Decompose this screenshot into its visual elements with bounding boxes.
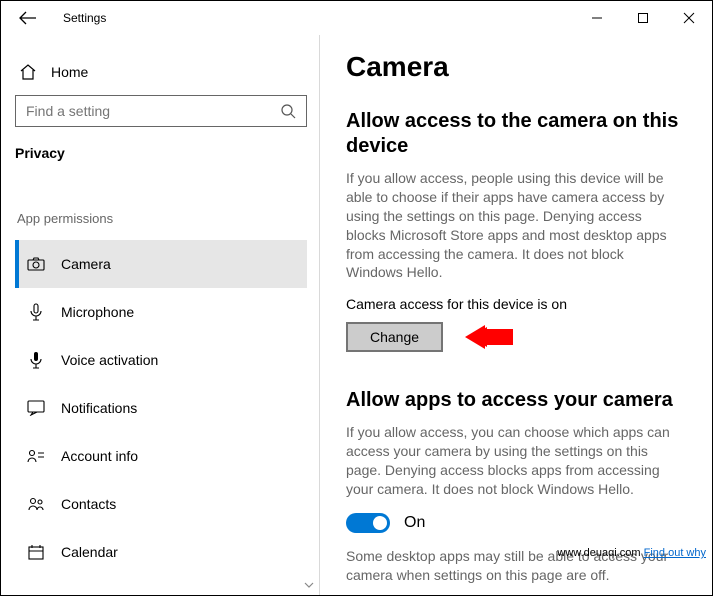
sidebar: Home Privacy App permissions Camera Micr… bbox=[1, 35, 319, 595]
calendar-icon bbox=[27, 544, 45, 560]
camera-icon bbox=[27, 257, 45, 271]
section1-heading: Allow access to the camera on this devic… bbox=[346, 109, 682, 159]
voice-activation-icon bbox=[27, 351, 45, 369]
search-box[interactable] bbox=[15, 95, 307, 127]
minimize-button[interactable] bbox=[574, 2, 620, 34]
home-icon bbox=[19, 63, 37, 81]
sidebar-item-label: Microphone bbox=[61, 304, 134, 320]
sidebar-item-account-info[interactable]: Account info bbox=[15, 432, 307, 480]
sidebar-item-camera[interactable]: Camera bbox=[15, 240, 307, 288]
section-header: Privacy bbox=[15, 145, 307, 161]
sidebar-item-label: Contacts bbox=[61, 496, 116, 512]
sidebar-item-microphone[interactable]: Microphone bbox=[15, 288, 307, 336]
close-button[interactable] bbox=[666, 2, 712, 34]
account-info-icon bbox=[27, 449, 45, 463]
content-area: Camera Allow access to the camera on thi… bbox=[320, 35, 712, 595]
apps-access-toggle[interactable] bbox=[346, 513, 390, 533]
search-icon bbox=[280, 103, 296, 119]
toggle-label: On bbox=[404, 514, 425, 532]
microphone-icon bbox=[27, 303, 45, 321]
sidebar-item-calendar[interactable]: Calendar bbox=[15, 528, 307, 576]
minimize-icon bbox=[591, 12, 603, 24]
notifications-icon bbox=[27, 400, 45, 416]
sidebar-item-notifications[interactable]: Notifications bbox=[15, 384, 307, 432]
back-button[interactable] bbox=[19, 8, 39, 28]
annotation-arrow-icon bbox=[465, 325, 513, 349]
attribution-link[interactable]: Find out why bbox=[644, 547, 706, 559]
title-label: Settings bbox=[63, 11, 106, 25]
close-icon bbox=[683, 12, 695, 24]
sidebar-item-contacts[interactable]: Contacts bbox=[15, 480, 307, 528]
sidebar-item-label: Notifications bbox=[61, 400, 137, 416]
sidebar-item-label: Voice activation bbox=[61, 352, 158, 368]
search-input[interactable] bbox=[26, 103, 280, 119]
home-link[interactable]: Home bbox=[15, 59, 307, 95]
group-label: App permissions bbox=[17, 211, 307, 226]
titlebar: Settings bbox=[1, 1, 712, 35]
page-title: Camera bbox=[346, 51, 682, 83]
sidebar-item-label: Account info bbox=[61, 448, 138, 464]
home-label: Home bbox=[51, 64, 88, 80]
maximize-icon bbox=[637, 12, 649, 24]
change-button[interactable]: Change bbox=[346, 322, 443, 352]
maximize-button[interactable] bbox=[620, 2, 666, 34]
section2-body: If you allow access, you can choose whic… bbox=[346, 423, 682, 499]
section2-heading: Allow apps to access your camera bbox=[346, 388, 682, 413]
sidebar-item-voice-activation[interactable]: Voice activation bbox=[15, 336, 307, 384]
scroll-chevron-down-icon[interactable] bbox=[303, 579, 315, 591]
sidebar-item-label: Calendar bbox=[61, 544, 118, 560]
sidebar-item-label: Camera bbox=[61, 256, 111, 272]
camera-status: Camera access for this device is on bbox=[346, 296, 682, 312]
attribution-site: www.deuaqi.com bbox=[557, 547, 640, 559]
back-arrow-icon bbox=[19, 11, 37, 25]
attribution: www.deuaqi.com Find out why bbox=[557, 547, 706, 559]
contacts-icon bbox=[27, 496, 45, 512]
section1-body: If you allow access, people using this d… bbox=[346, 169, 682, 282]
